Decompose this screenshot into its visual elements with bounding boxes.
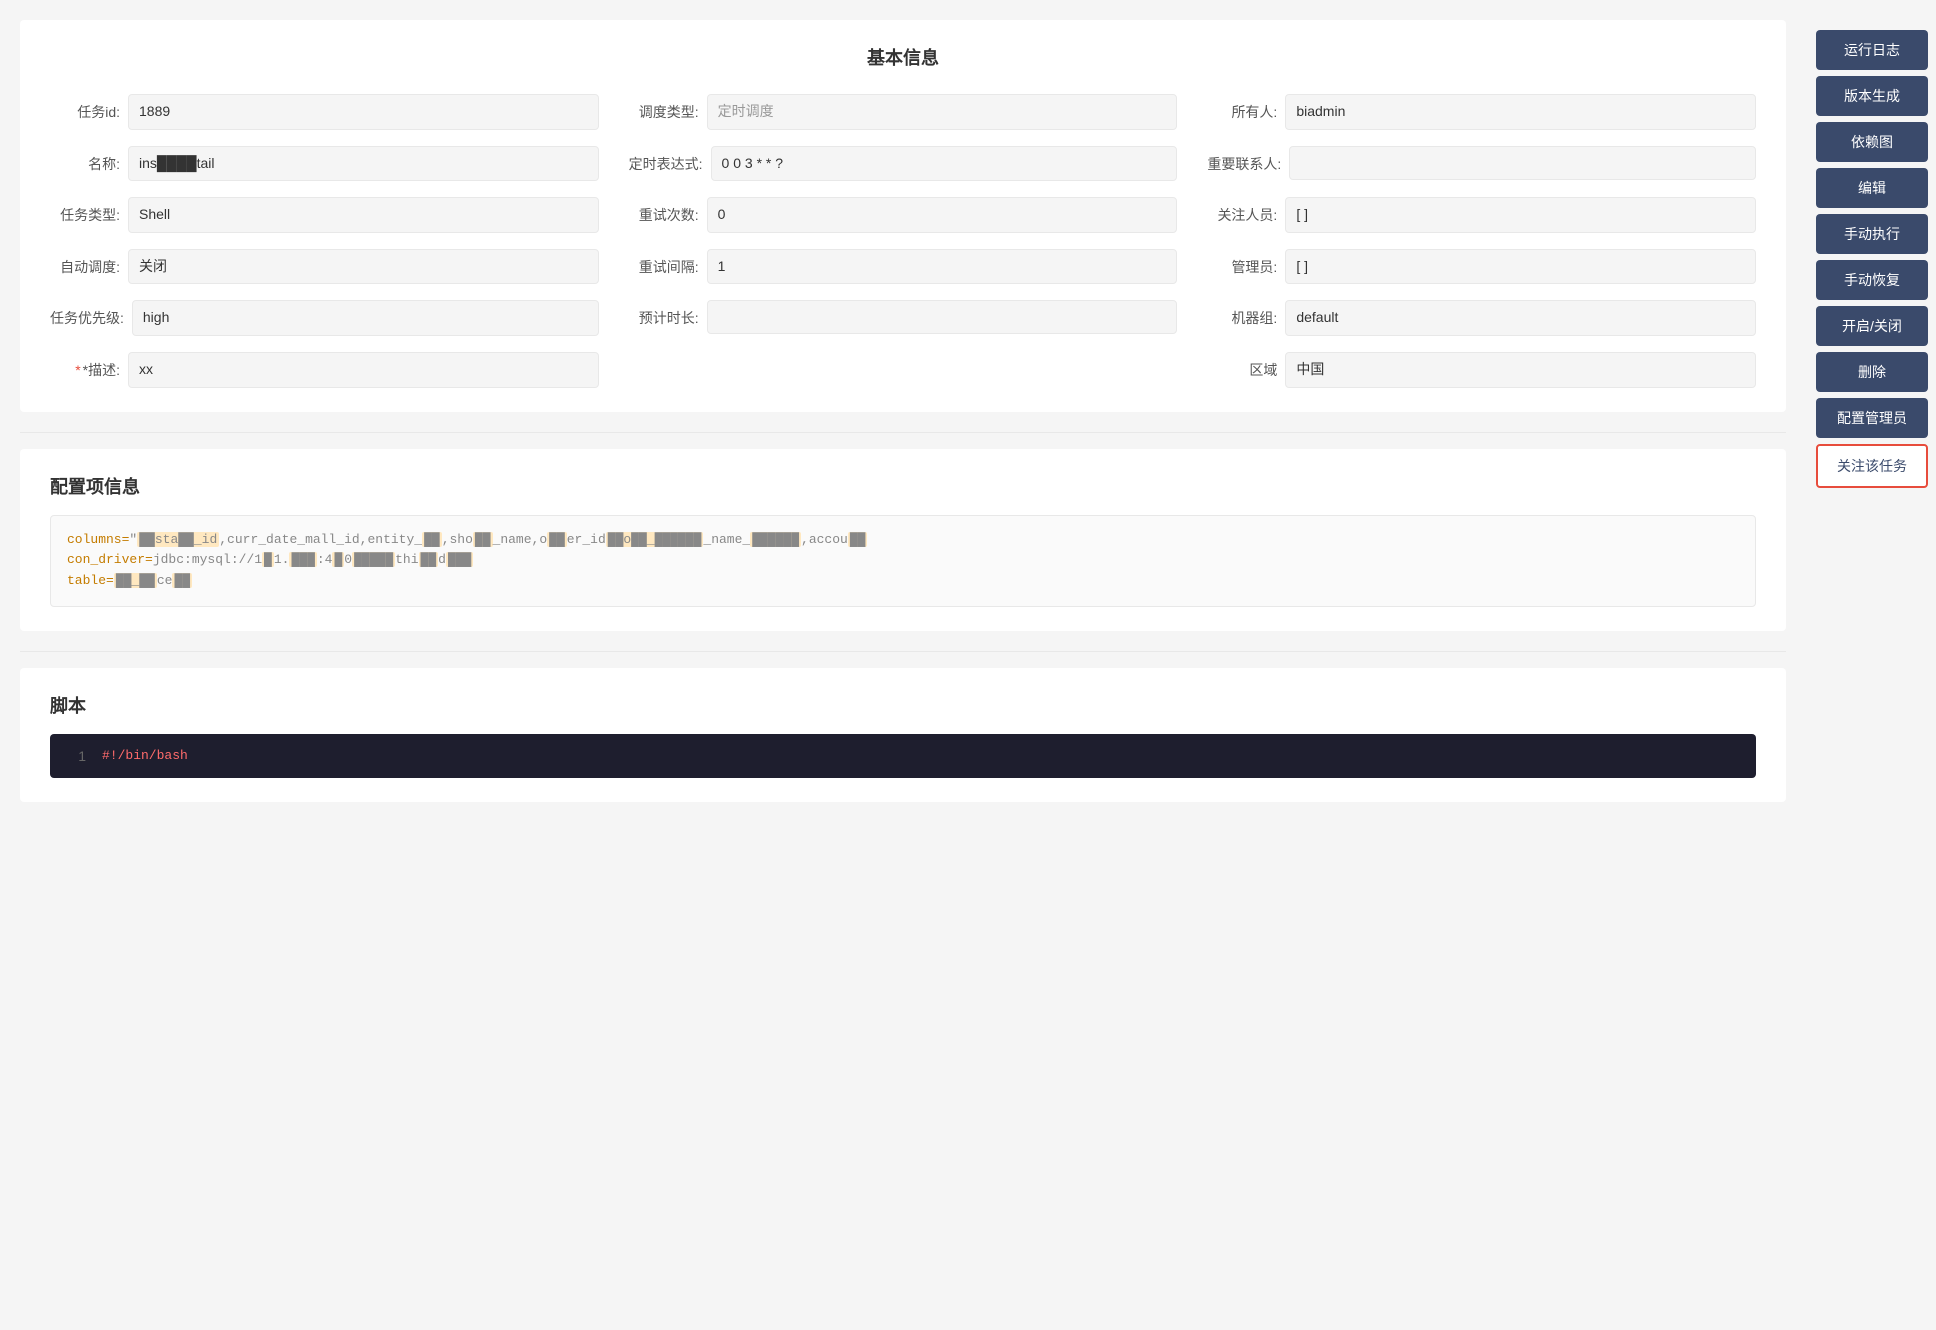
region-label: 区域 (1207, 352, 1277, 380)
follower-label: 关注人员: (1207, 197, 1277, 225)
follower-value: [ ] (1285, 197, 1756, 233)
config-title: 配置项信息 (50, 473, 1756, 499)
task-id-row: 任务id: 1889 (50, 94, 599, 130)
toggle-button[interactable]: 开启/关闭 (1816, 306, 1928, 346)
script-content-block: 1 #!/bin/bash (50, 734, 1756, 778)
retry-count-label: 重试次数: (629, 197, 699, 225)
follower-row: 关注人员: [ ] (1207, 197, 1756, 233)
important-contact-row: 重要联系人: (1207, 146, 1756, 182)
line-code-1: #!/bin/bash (102, 748, 188, 764)
machine-group-row: 机器组: default (1207, 300, 1756, 336)
retry-count-value: 0 (707, 197, 1178, 233)
code-line-2: con_driver=jdbc:mysql://1█1.███:4█0█████… (67, 550, 1739, 571)
schedule-type-row: 调度类型: 定时调度 (629, 94, 1178, 130)
cron-label: 定时表达式: (629, 146, 703, 174)
region-row: 区域 中国 (1207, 352, 1756, 388)
important-contact-value (1289, 146, 1756, 180)
edit-button[interactable]: 编辑 (1816, 168, 1928, 208)
auto-schedule-value: 关闭 (128, 249, 599, 285)
code-key-1: columns= (67, 532, 129, 547)
est-duration-row: 预计时长: (629, 300, 1178, 336)
script-line-1: 1 #!/bin/bash (66, 748, 1740, 764)
task-type-value: Shell (128, 197, 599, 233)
schedule-type-label: 调度类型: (629, 94, 699, 122)
description-value: xx (128, 352, 599, 388)
priority-label: 任务优先级: (50, 300, 124, 328)
owner-row: 所有人: biadmin (1207, 94, 1756, 130)
machine-group-label: 机器组: (1207, 300, 1277, 328)
config-code-block: columns="██sta██_id,curr_date_mall_id,en… (50, 515, 1756, 607)
run-log-button[interactable]: 运行日志 (1816, 30, 1928, 70)
est-duration-value (707, 300, 1178, 334)
admin-row: 管理员: [ ] (1207, 249, 1756, 285)
est-duration-label: 预计时长: (629, 300, 699, 328)
name-value: ins████tail (128, 146, 599, 182)
name-row: 名称: ins████tail (50, 146, 599, 182)
empty-col (629, 352, 1178, 388)
code-line-1: columns="██sta██_id,curr_date_mall_id,en… (67, 530, 1739, 551)
task-type-row: 任务类型: Shell (50, 197, 599, 233)
retry-count-row: 重试次数: 0 (629, 197, 1178, 233)
line-number-1: 1 (66, 748, 86, 764)
code-key-3: table= (67, 573, 114, 588)
cron-value: 0 0 3 * * ? (711, 146, 1178, 182)
cron-row: 定时表达式: 0 0 3 * * ? (629, 146, 1178, 182)
basic-info-section: 基本信息 任务id: 1889 调度类型: 定时调度 所有人: biadmin … (20, 20, 1786, 412)
task-type-label: 任务类型: (50, 197, 120, 225)
code-key-2: con_driver= (67, 552, 153, 567)
code-val-2: jdbc:mysql://1█1.███:4█0█████thi██d███ (153, 552, 474, 567)
machine-group-value: default (1285, 300, 1756, 336)
important-contact-label: 重要联系人: (1207, 146, 1281, 174)
code-val-1: "██sta██_id,curr_date_mall_id,entity_██,… (129, 532, 867, 547)
dependency-button[interactable]: 依赖图 (1816, 122, 1928, 162)
task-id-label: 任务id: (50, 94, 120, 122)
schedule-type-value: 定时调度 (707, 94, 1178, 130)
code-line-3: table=██_██ce██ (67, 571, 1739, 592)
auto-schedule-row: 自动调度: 关闭 (50, 249, 599, 285)
main-content: 基本信息 任务id: 1889 调度类型: 定时调度 所有人: biadmin … (0, 0, 1806, 1330)
task-id-value: 1889 (128, 94, 599, 130)
script-title: 脚本 (50, 692, 1756, 718)
description-label: *描述: (50, 352, 120, 380)
section-divider-1 (20, 432, 1786, 433)
version-gen-button[interactable]: 版本生成 (1816, 76, 1928, 116)
admin-value: [ ] (1285, 249, 1756, 285)
delete-button[interactable]: 删除 (1816, 352, 1928, 392)
retry-interval-row: 重试间隔: 1 (629, 249, 1178, 285)
priority-value: high (132, 300, 599, 336)
code-val-3: ██_██ce██ (114, 573, 192, 588)
manual-restore-button[interactable]: 手动恢复 (1816, 260, 1928, 300)
admin-label: 管理员: (1207, 249, 1277, 277)
config-admin-button[interactable]: 配置管理员 (1816, 398, 1928, 438)
auto-schedule-label: 自动调度: (50, 249, 120, 277)
info-grid: 任务id: 1889 调度类型: 定时调度 所有人: biadmin 名称: i… (50, 94, 1756, 388)
name-label: 名称: (50, 146, 120, 174)
region-value: 中国 (1285, 352, 1756, 388)
retry-interval-value: 1 (707, 249, 1178, 285)
page-layout: 基本信息 任务id: 1889 调度类型: 定时调度 所有人: biadmin … (0, 0, 1936, 1330)
basic-info-title: 基本信息 (50, 44, 1756, 70)
script-section: 脚本 1 #!/bin/bash (20, 668, 1786, 802)
manual-exec-button[interactable]: 手动执行 (1816, 214, 1928, 254)
sidebar-buttons: 运行日志 版本生成 依赖图 编辑 手动执行 手动恢复 开启/关闭 删除 配置管理… (1808, 20, 1936, 498)
follow-task-button[interactable]: 关注该任务 (1816, 444, 1928, 488)
owner-value: biadmin (1285, 94, 1756, 130)
description-row: *描述: xx (50, 352, 599, 388)
config-section: 配置项信息 columns="██sta██_id,curr_date_mall… (20, 449, 1786, 631)
owner-label: 所有人: (1207, 94, 1277, 122)
retry-interval-label: 重试间隔: (629, 249, 699, 277)
priority-row: 任务优先级: high (50, 300, 599, 336)
section-divider-2 (20, 651, 1786, 652)
